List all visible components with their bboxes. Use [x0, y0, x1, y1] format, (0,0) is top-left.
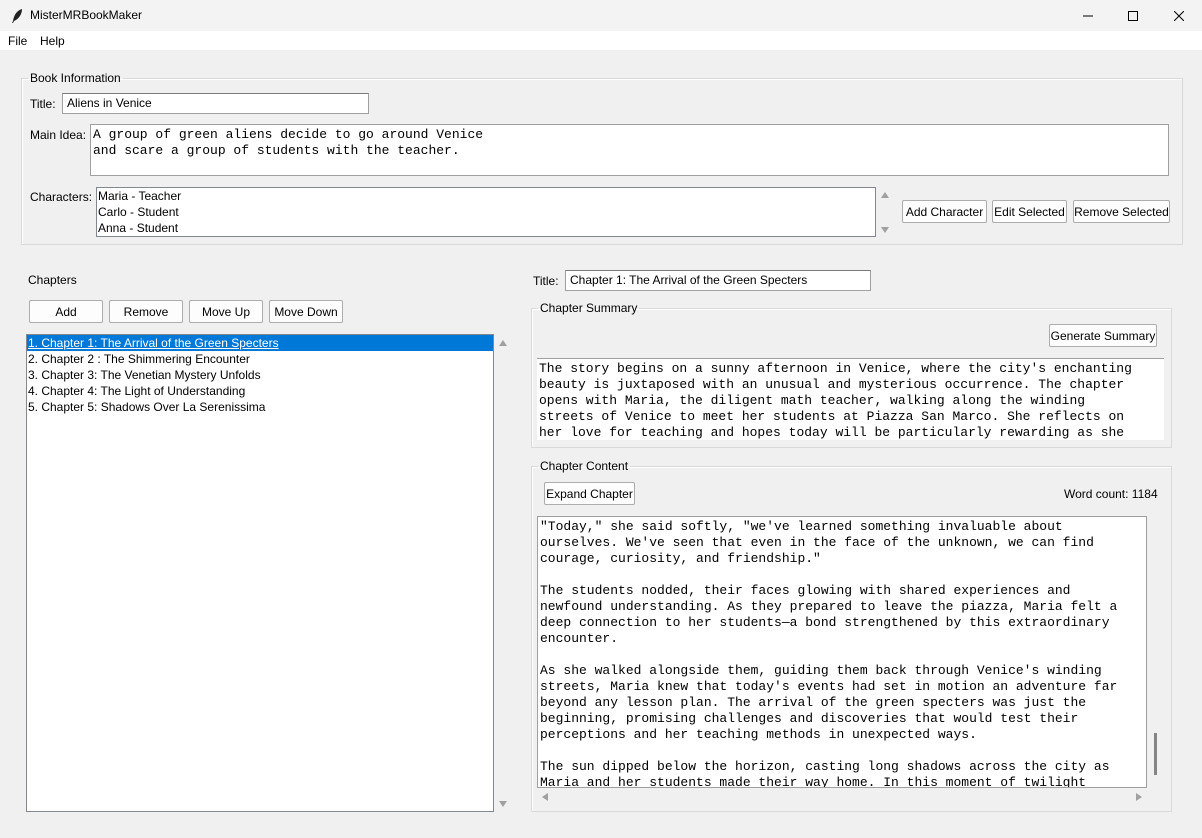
add-chapter-button[interactable]: Add	[29, 300, 103, 323]
character-item[interactable]: Anna - Student	[97, 220, 875, 236]
book-title-label: Title:	[30, 97, 56, 111]
edit-selected-button[interactable]: Edit Selected	[992, 200, 1067, 223]
chapter-item[interactable]: 2. Chapter 2 : The Shimmering Encounter	[27, 351, 493, 367]
scroll-up-arrow-icon[interactable]	[499, 340, 507, 346]
scroll-down-arrow-icon[interactable]	[881, 227, 889, 233]
menu-help[interactable]: Help	[40, 34, 65, 48]
book-info-label: Book Information	[30, 71, 121, 85]
remove-selected-button[interactable]: Remove Selected	[1073, 200, 1170, 223]
menu-bar	[0, 31, 1202, 50]
minimize-icon	[1083, 15, 1093, 16]
main-idea-textarea[interactable]: A group of green aliens decide to go aro…	[90, 124, 1169, 176]
close-icon	[1174, 10, 1184, 21]
add-character-button[interactable]: Add Character	[902, 200, 987, 223]
chapters-listbox[interactable]: 1. Chapter 1: The Arrival of the Green S…	[26, 334, 494, 812]
chapter-title-input[interactable]: Chapter 1: The Arrival of the Green Spec…	[565, 270, 871, 291]
menu-file[interactable]: File	[8, 34, 27, 48]
quill-icon	[12, 9, 22, 23]
characters-label: Characters:	[30, 190, 93, 204]
chapters-label: Chapters	[28, 273, 77, 287]
window-title: MisterMRBookMaker	[30, 8, 143, 22]
chapter-item[interactable]: 3. Chapter 3: The Venetian Mystery Unfol…	[27, 367, 493, 383]
title-bar	[0, 0, 1202, 31]
chapter-item-selected[interactable]: 1. Chapter 1: The Arrival of the Green S…	[27, 335, 493, 351]
vertical-scrollbar-thumb[interactable]	[1154, 733, 1157, 775]
chapter-content-label: Chapter Content	[540, 459, 629, 473]
main-idea-label: Main Idea:	[30, 128, 87, 142]
characters-listbox[interactable]: Maria - Teacher Carlo - Student Anna - S…	[96, 187, 876, 237]
expand-chapter-button[interactable]: Expand Chapter	[544, 482, 635, 505]
close-button[interactable]	[1156, 0, 1202, 31]
maximize-button[interactable]	[1110, 0, 1156, 31]
chapter-summary-label: Chapter Summary	[540, 301, 638, 315]
word-count-label: Word count: 1184	[1064, 487, 1158, 501]
character-item[interactable]: Maria - Teacher	[97, 188, 875, 204]
scroll-left-arrow-icon[interactable]	[542, 793, 548, 801]
chapter-item[interactable]: 5. Chapter 5: Shadows Over La Serenissim…	[27, 399, 493, 415]
chapter-summary-textarea[interactable]: The story begins on a sunny afternoon in…	[537, 358, 1164, 440]
scroll-down-arrow-icon[interactable]	[499, 801, 507, 807]
move-down-button[interactable]: Move Down	[269, 300, 343, 323]
generate-summary-button[interactable]: Generate Summary	[1049, 324, 1157, 347]
scroll-right-arrow-icon[interactable]	[1136, 793, 1142, 801]
remove-chapter-button[interactable]: Remove	[109, 300, 183, 323]
maximize-icon	[1128, 10, 1138, 21]
character-item[interactable]: Carlo - Student	[97, 204, 875, 220]
chapter-title-label: Title:	[533, 274, 559, 288]
minimize-button[interactable]	[1065, 0, 1111, 31]
book-title-input[interactable]: Aliens in Venice	[62, 93, 369, 114]
move-up-button[interactable]: Move Up	[189, 300, 263, 323]
scroll-up-arrow-icon[interactable]	[881, 192, 889, 198]
chapter-content-textarea[interactable]: "Today," she said softly, "we've learned…	[537, 516, 1147, 788]
chapter-item[interactable]: 4. Chapter 4: The Light of Understanding	[27, 383, 493, 399]
